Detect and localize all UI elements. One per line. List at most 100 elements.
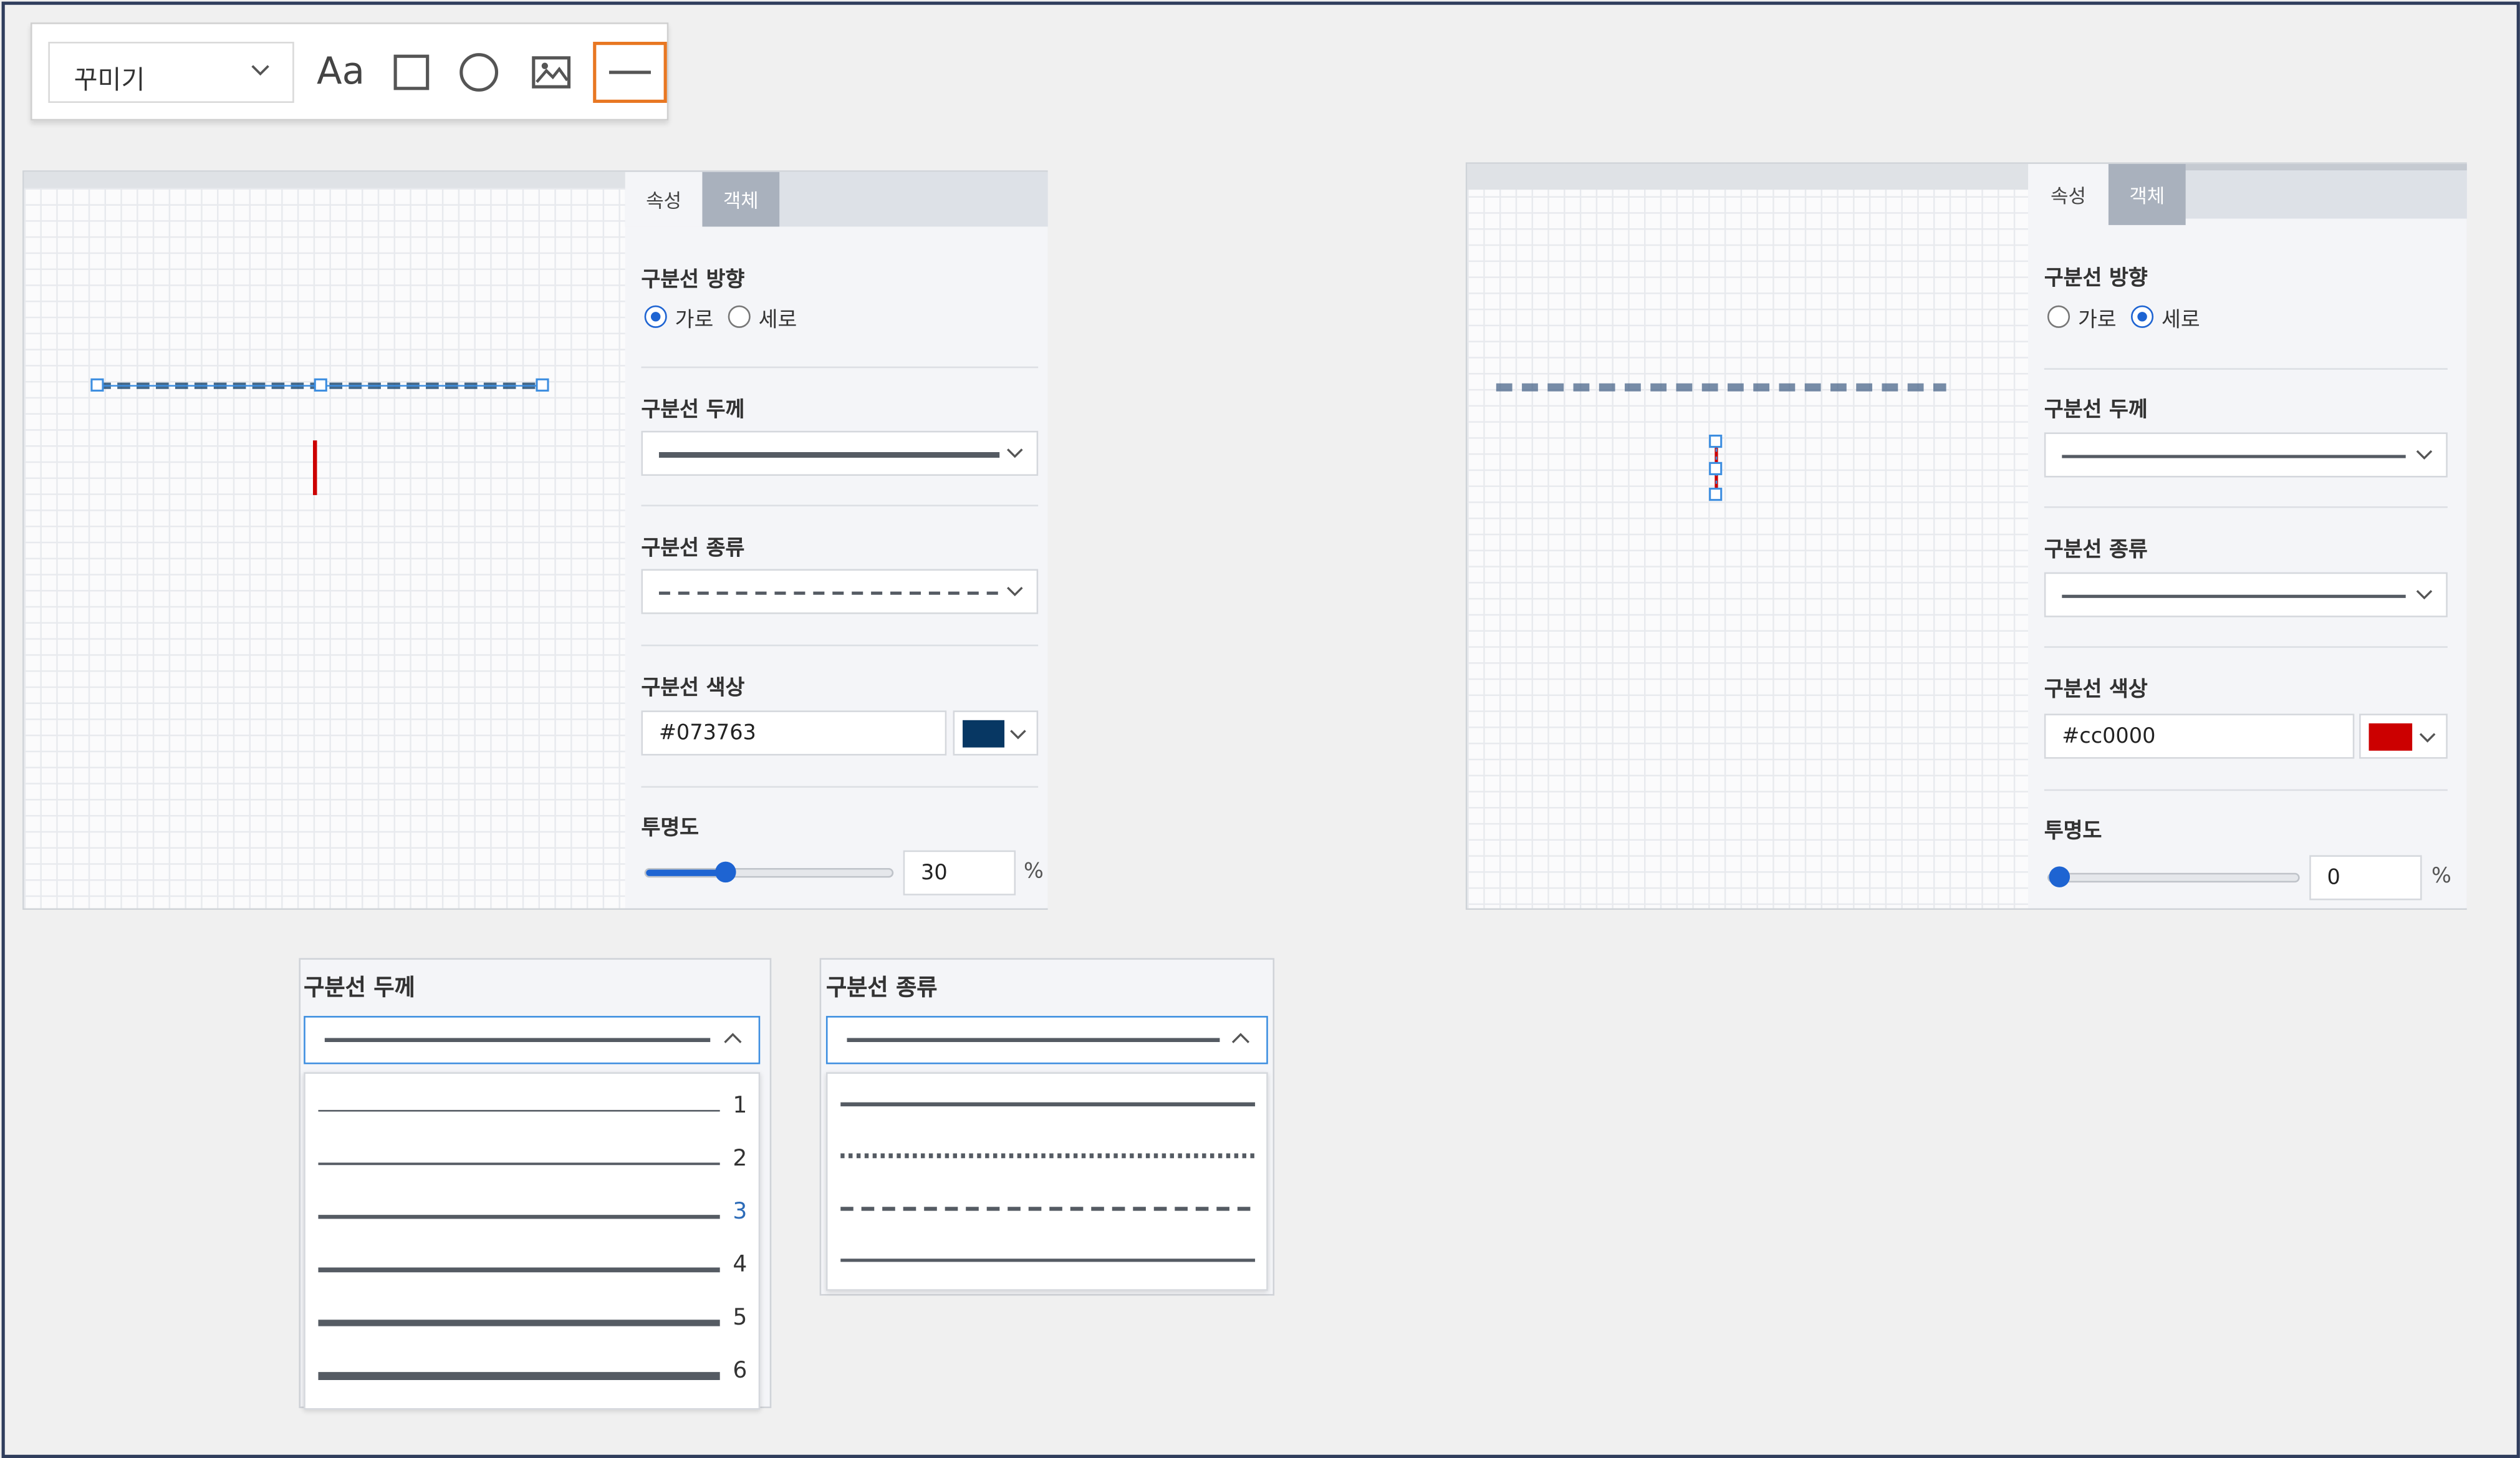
thickness-option[interactable]: 2	[305, 1136, 762, 1184]
thickness-label: 구분선 두께	[641, 398, 745, 423]
chevron-up-icon	[724, 1033, 742, 1043]
thickness-select-open[interactable]	[304, 1016, 761, 1065]
color-picker[interactable]	[2359, 713, 2448, 759]
toolbar: 꾸미기 Aa	[30, 22, 669, 121]
line-type-select[interactable]	[2044, 572, 2448, 617]
thickness-options-list: 1 2 3 4 5 6	[304, 1072, 762, 1410]
canvas-right[interactable]	[1467, 163, 2029, 909]
line-type-dropdown-popup: 구분선 종류	[819, 958, 1275, 1296]
radio-horizontal[interactable]	[644, 305, 667, 328]
line-type-option-dashed[interactable]	[828, 1185, 1270, 1233]
line-type-preview	[658, 591, 1000, 595]
opacity-unit: %	[2431, 864, 2451, 889]
properties-sidebar-right: 속성 객체 구분선 방향 가로 세로 구분선 두께 구분선 종류 구분선 색상	[2028, 163, 2467, 909]
opacity-input[interactable]: 0	[2309, 855, 2422, 900]
tab-properties[interactable]: 속성	[2028, 163, 2109, 225]
radio-vertical-label: 세로	[758, 308, 797, 333]
tab-objects[interactable]: 객체	[702, 171, 780, 227]
rectangle-icon	[393, 54, 430, 90]
divider	[641, 366, 1039, 369]
selection-handle	[90, 378, 104, 392]
thickness-preview	[658, 451, 1000, 458]
thickness-option-selected[interactable]: 3	[305, 1189, 762, 1237]
line-type-select[interactable]	[641, 569, 1039, 614]
opacity-input[interactable]: 30	[903, 850, 1016, 896]
thickness-option-label: 6	[733, 1358, 748, 1384]
thickness-select[interactable]	[2044, 432, 2448, 478]
radio-horizontal-label: 가로	[2077, 308, 2117, 333]
divider	[2044, 506, 2448, 508]
color-label: 구분선 색상	[641, 677, 745, 701]
chevron-down-icon	[2419, 733, 2436, 743]
decorate-select[interactable]: 꾸미기	[48, 42, 294, 103]
thickness-dropdown-popup: 구분선 두께 1 2 3 4 5 6	[299, 958, 772, 1410]
line-type-option-solid[interactable]	[828, 1236, 1270, 1284]
radio-horizontal-label: 가로	[675, 308, 714, 333]
selection-handle	[1709, 488, 1723, 501]
radio-vertical[interactable]	[2131, 305, 2154, 328]
line-type-select-open[interactable]	[825, 1016, 1268, 1065]
circle-icon	[459, 53, 499, 92]
text-tool-label: Aa	[317, 51, 365, 94]
thickness-option-label: 3	[733, 1199, 748, 1225]
thickness-label: 구분선 두께	[2044, 398, 2148, 423]
color-picker[interactable]	[953, 710, 1039, 756]
thickness-preview	[2062, 455, 2406, 458]
image-tool-button[interactable]	[519, 42, 584, 103]
thickness-option[interactable]: 1	[305, 1083, 762, 1131]
properties-sidebar-left: 속성 객체 구분선 방향 가로 세로 구분선 두께 구분선 종류 구분선 색상	[625, 171, 1048, 909]
divider	[641, 786, 1039, 788]
thickness-option-label: 2	[733, 1146, 748, 1172]
editor-right: 속성 객체 구분선 방향 가로 세로 구분선 두께 구분선 종류 구분선 색상	[1465, 162, 2467, 910]
opacity-slider-handle[interactable]	[2049, 866, 2070, 887]
divider	[2044, 646, 2448, 648]
direction-label: 구분선 방향	[641, 268, 745, 293]
opacity-label: 투명도	[641, 816, 700, 841]
color-swatch	[963, 720, 1005, 748]
divider	[2044, 789, 2448, 791]
divider	[641, 644, 1039, 647]
selection-handle	[536, 378, 549, 392]
text-tool-button[interactable]: Aa	[309, 42, 373, 103]
canvas-left[interactable]	[24, 171, 625, 909]
radio-horizontal[interactable]	[2047, 305, 2070, 328]
tab-bar: 속성 객체	[2028, 163, 2467, 225]
tab-objects[interactable]: 객체	[2108, 163, 2186, 225]
thickness-option[interactable]: 6	[305, 1349, 762, 1397]
thickness-option[interactable]: 5	[305, 1296, 762, 1344]
line-type-label: 구분선 종류	[641, 536, 745, 561]
chevron-down-icon	[2416, 590, 2433, 600]
selection-handle	[1709, 461, 1723, 475]
decorate-select-label: 꾸미기	[74, 64, 145, 95]
tab-properties[interactable]: 속성	[625, 171, 703, 227]
radio-vertical[interactable]	[728, 305, 751, 328]
circle-tool-button[interactable]	[447, 42, 511, 103]
chevron-down-icon	[251, 65, 269, 76]
chevron-down-icon	[1007, 448, 1023, 458]
thickness-dropdown-label: 구분선 두께	[304, 975, 415, 1002]
rectangle-tool-button[interactable]	[379, 42, 443, 103]
opacity-slider-fill	[646, 869, 724, 876]
selection-handle	[314, 378, 327, 392]
line-type-option-dotted[interactable]	[828, 1132, 1270, 1180]
opacity-slider-handle[interactable]	[714, 861, 736, 883]
line-icon	[608, 70, 651, 74]
thickness-option-label: 4	[733, 1252, 748, 1278]
divider	[2044, 368, 2448, 370]
canvas-right-shapes	[1496, 383, 1946, 501]
direction-label: 구분선 방향	[2044, 266, 2148, 291]
chevron-down-icon	[1007, 586, 1023, 597]
thickness-option[interactable]: 4	[305, 1243, 762, 1291]
opacity-slider[interactable]	[644, 861, 894, 883]
color-hex-input[interactable]: #073763	[641, 710, 947, 756]
opacity-slider[interactable]	[2047, 866, 2300, 887]
opacity-unit: %	[1023, 860, 1044, 884]
line-tool-button[interactable]	[593, 42, 667, 103]
color-hex-input[interactable]: #cc0000	[2044, 713, 2355, 759]
chevron-down-icon	[2416, 450, 2433, 460]
line-type-option-solid[interactable]	[828, 1080, 1270, 1128]
thickness-option-label: 1	[733, 1093, 748, 1119]
thickness-select[interactable]	[641, 430, 1039, 476]
thickness-preview	[324, 1038, 711, 1042]
editor-left: 속성 객체 구분선 방향 가로 세로 구분선 두께 구분선 종류 구분선 색상	[22, 170, 1048, 910]
